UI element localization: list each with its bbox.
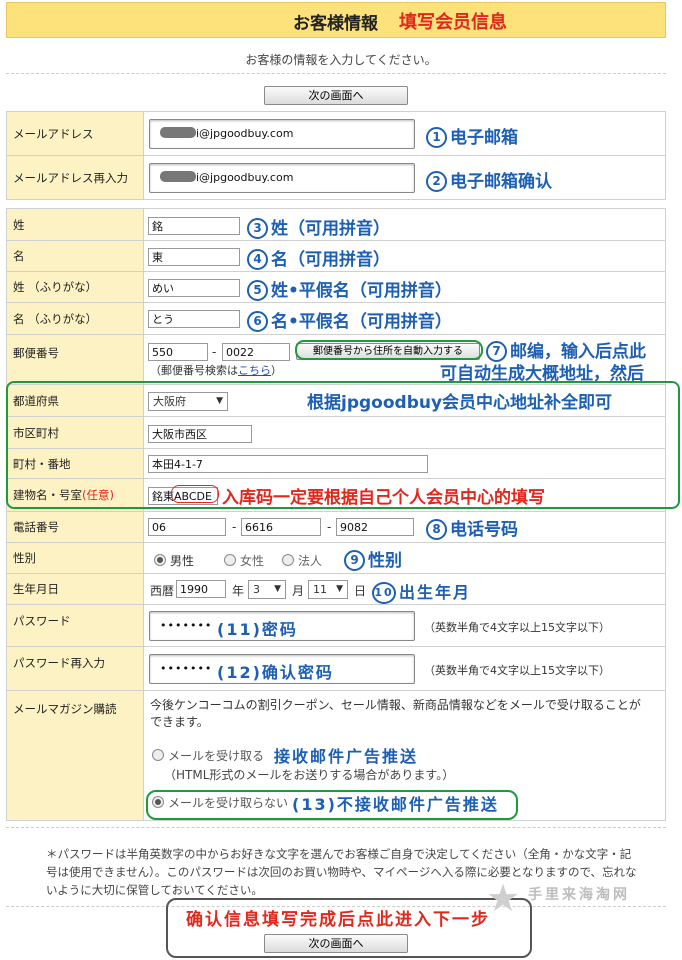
next-button-top[interactable]: 次の画面へ [264, 86, 408, 105]
password-confirm-annotation: (12)确认密码 [217, 663, 334, 682]
first-kana-field[interactable]: とう [148, 310, 240, 328]
phone-part1[interactable]: 06 [148, 518, 226, 536]
phone-annotation: 8 电话号码 [426, 515, 518, 540]
masked-text [160, 127, 196, 138]
phone-label: 電話番号 [6, 511, 144, 543]
email-table: メールアドレス i@jpgoodbuy.com 1 电子邮箱 メールアドレス再入力… [6, 111, 666, 200]
email-confirm-field[interactable]: i@jpgoodbuy.com [149, 163, 415, 193]
last-name-field[interactable]: 銘 [148, 217, 240, 235]
month-unit: 月 [292, 584, 305, 598]
password-confirm-hint: （英数半角で4文字以上15文字以下） [424, 664, 610, 677]
radio-icon [282, 554, 294, 566]
password-confirm-label: パスワード再入力 [6, 646, 144, 691]
divider [6, 827, 666, 828]
confirm-annotation: 确认信息填写完成后点此进入下一步 [186, 910, 490, 930]
phone-separator: - [232, 520, 237, 534]
birth-year-field[interactable]: 1990 [176, 580, 226, 598]
radio-icon [224, 554, 236, 566]
gender-option-male[interactable]: 男性 [154, 552, 194, 569]
postal-separator: - [212, 345, 217, 359]
password-hint: （英数半角で4文字以上15文字以下） [424, 621, 610, 634]
chevron-down-icon: ▼ [274, 584, 281, 594]
email-field[interactable]: i@jpgoodbuy.com [149, 119, 415, 149]
postal-code-part1[interactable]: 550 [148, 343, 208, 361]
email-confirm-label: メールアドレス再入力 [6, 155, 144, 200]
chevron-down-icon: ▼ [336, 584, 343, 594]
email-label: メールアドレス [6, 111, 144, 156]
last-kana-annotation: 5 姓•平假名（可用拼音） [247, 276, 452, 301]
newsletter-receive-annotation: 接收邮件广告推送 [274, 747, 419, 766]
birthday-annotation: 10 出生年月 [372, 579, 471, 604]
birthday-label: 生年月日 [6, 573, 144, 605]
code-highlight-circle [171, 485, 219, 503]
radio-icon [152, 749, 164, 761]
first-name-field[interactable]: 東 [148, 248, 240, 266]
postal-code-part2[interactable]: 0022 [222, 343, 290, 361]
watermark-text: 手里来海淘网 [528, 887, 630, 903]
intro-text: お客様の情報を入力してください。 [245, 53, 437, 67]
password-annotation: (11)密码 [217, 620, 298, 639]
phone-part3[interactable]: 9082 [336, 518, 414, 536]
page-title-bar: お客様情報 填写会员信息 [6, 2, 666, 38]
newsletter-receive-subnote: （HTML形式のメールをお送りする場合があります。） [164, 768, 455, 782]
customer-form-table: 姓 銘 3 姓（可用拼音） 名 東 4 名（可用拼音） 姓 （ふりがな） めい 5姓… [6, 208, 666, 821]
first-name-label: 名 [6, 240, 144, 272]
postal-button-highlight [295, 340, 483, 360]
postal-search-hint: （郵便番号検索はこちら） [150, 364, 282, 377]
masked-text [160, 171, 196, 182]
email-confirm-annotation: 2 电子邮箱确认 [426, 167, 552, 192]
postal-label: 郵便番号 [6, 334, 144, 385]
first-kana-annotation: 6 名•平假名（可用拼音） [247, 307, 452, 332]
newsletter-description: 今後ケンコーコムの割引クーポン、セール情報、新商品情報などをメールで受け取ること… [150, 698, 641, 729]
phone-part2[interactable]: 6616 [241, 518, 321, 536]
gender-option-female[interactable]: 女性 [224, 552, 264, 569]
last-name-label: 姓 [6, 208, 144, 241]
first-kana-label: 名 （ふりがな） [6, 302, 144, 335]
next-button-bottom[interactable]: 次の画面へ [264, 934, 408, 953]
birth-month-select[interactable]: 3 ▼ [248, 580, 286, 599]
star-icon: ★ [486, 876, 521, 920]
page-title-annotation: 填写会员信息 [399, 12, 507, 33]
newsletter-option-receive[interactable]: メールを受け取る [152, 747, 264, 764]
gender-annotation: 9 性别 [344, 546, 402, 571]
divider [6, 73, 666, 74]
gender-label: 性別 [6, 542, 144, 574]
newsletter-label: メールマガジン購読 [6, 690, 144, 821]
phone-separator: - [327, 520, 332, 534]
year-unit: 年 [232, 584, 245, 598]
newsletter-refuse-highlight [146, 790, 518, 820]
first-name-annotation: 4 名（可用拼音） [247, 245, 390, 270]
day-unit: 日 [354, 584, 367, 598]
address-highlight-box [6, 381, 680, 509]
page-title: お客様情報 [293, 14, 378, 34]
last-name-annotation: 3 姓（可用拼音） [247, 214, 390, 239]
password-label: パスワード [6, 604, 144, 647]
last-kana-field[interactable]: めい [148, 279, 240, 297]
last-kana-label: 姓 （ふりがな） [6, 271, 144, 303]
postal-search-link[interactable]: こちら [238, 364, 271, 377]
gender-option-corporate[interactable]: 法人 [282, 552, 322, 569]
email-annotation: 1 电子邮箱 [426, 123, 518, 148]
radio-selected-icon [154, 554, 166, 566]
birthday-era: 西暦 [150, 584, 175, 598]
birth-day-select[interactable]: 11 ▼ [308, 580, 348, 599]
